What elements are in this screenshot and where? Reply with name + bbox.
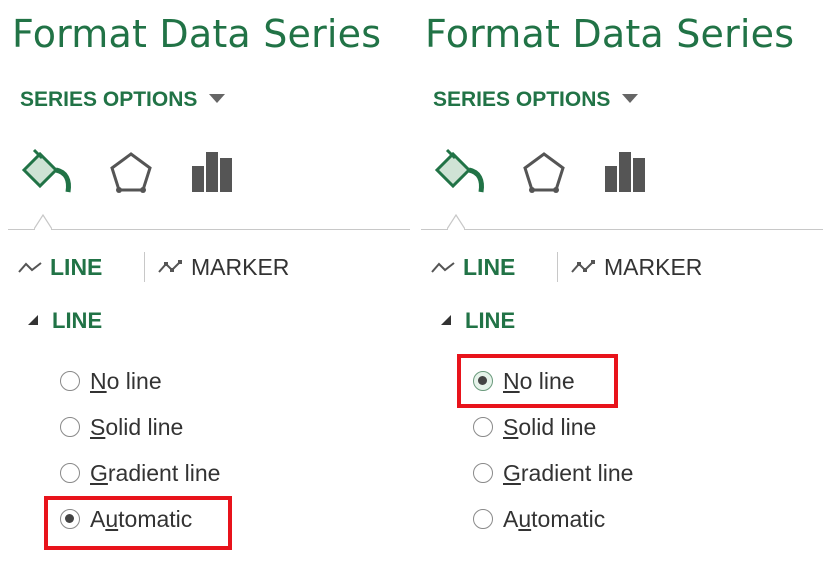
option-accelerator: N <box>90 368 107 394</box>
option-accelerator: S <box>503 414 519 440</box>
option-gradient-line[interactable]: Gradient line <box>473 456 633 490</box>
option-automatic[interactable]: Automatic <box>60 502 192 536</box>
tab-marker-label: MARKER <box>604 254 703 280</box>
option-label-post: olid line <box>105 414 184 440</box>
collapse-triangle-icon <box>441 315 451 326</box>
series-options-label: SERIES OPTIONS <box>433 88 611 111</box>
radio-button[interactable] <box>473 508 493 529</box>
option-solid-line[interactable]: Solid line <box>473 410 596 444</box>
option-accelerator: N <box>503 368 520 394</box>
section-label: LINE <box>465 308 516 333</box>
series-options-bar-icon[interactable] <box>192 148 246 198</box>
line-tab-icon <box>431 262 455 273</box>
option-accelerator: u <box>105 506 119 532</box>
tab-line-label: LINE <box>50 254 103 280</box>
format-pane-right: Format Data Series SERIES OPTIONS LINE M… <box>413 0 823 561</box>
tab-line-label: LINE <box>463 254 516 280</box>
dropdown-caret-icon <box>622 93 639 103</box>
icon-divider <box>8 229 410 230</box>
fill-line-icon[interactable] <box>433 148 487 198</box>
dropdown-caret-icon <box>209 93 226 103</box>
option-label-post: o line <box>106 368 162 394</box>
line-section-header[interactable]: LINE <box>441 308 515 334</box>
pane-title: Format Data Series <box>425 12 795 56</box>
option-label-post: radient line <box>107 460 221 486</box>
option-label-post: radient line <box>520 460 634 486</box>
option-solid-line[interactable]: Solid line <box>60 410 183 444</box>
option-gradient-line[interactable]: Gradient line <box>60 456 220 490</box>
series-options-dropdown[interactable]: SERIES OPTIONS <box>20 88 226 112</box>
option-label-post: tomatic <box>118 506 193 532</box>
effects-pentagon-icon[interactable] <box>106 148 160 198</box>
radio-button[interactable] <box>60 416 80 437</box>
radio-button-selected[interactable] <box>473 370 493 391</box>
marker-tab-icon <box>158 259 182 273</box>
active-category-pointer <box>447 213 465 230</box>
radio-button[interactable] <box>60 370 80 391</box>
tab-line[interactable]: LINE <box>431 252 515 282</box>
radio-button[interactable] <box>473 416 493 437</box>
effects-pentagon-icon[interactable] <box>519 148 573 198</box>
tab-marker-label: MARKER <box>191 254 290 280</box>
option-label-post: olid line <box>518 414 597 440</box>
option-label-pre: A <box>503 506 519 532</box>
series-options-bar-icon[interactable] <box>605 148 659 198</box>
line-tab-icon <box>18 262 42 273</box>
radio-button[interactable] <box>60 462 80 483</box>
line-section-header[interactable]: LINE <box>28 308 102 334</box>
collapse-triangle-icon <box>28 315 38 326</box>
fill-line-icon[interactable] <box>20 148 74 198</box>
option-accelerator: G <box>503 460 521 486</box>
radio-button[interactable] <box>473 462 493 483</box>
pane-title: Format Data Series <box>12 12 382 56</box>
format-pane-left: Format Data Series SERIES OPTIONS LINE M… <box>0 0 410 561</box>
option-accelerator: G <box>90 460 108 486</box>
tab-marker[interactable]: MARKER <box>557 252 702 282</box>
tab-line[interactable]: LINE <box>18 252 102 282</box>
option-label-post: o line <box>519 368 575 394</box>
option-accelerator: u <box>518 506 532 532</box>
tab-marker[interactable]: MARKER <box>144 252 289 282</box>
option-no-line[interactable]: No line <box>60 364 162 398</box>
option-label-post: tomatic <box>531 506 606 532</box>
radio-button-selected[interactable] <box>60 508 80 529</box>
series-options-label: SERIES OPTIONS <box>20 88 198 111</box>
active-category-pointer <box>34 213 52 230</box>
option-automatic[interactable]: Automatic <box>473 502 605 536</box>
option-label-pre: A <box>90 506 106 532</box>
option-no-line[interactable]: No line <box>473 364 575 398</box>
icon-divider <box>421 229 823 230</box>
series-options-dropdown[interactable]: SERIES OPTIONS <box>433 88 639 112</box>
section-label: LINE <box>52 308 103 333</box>
option-accelerator: S <box>90 414 106 440</box>
marker-tab-icon <box>571 259 595 273</box>
